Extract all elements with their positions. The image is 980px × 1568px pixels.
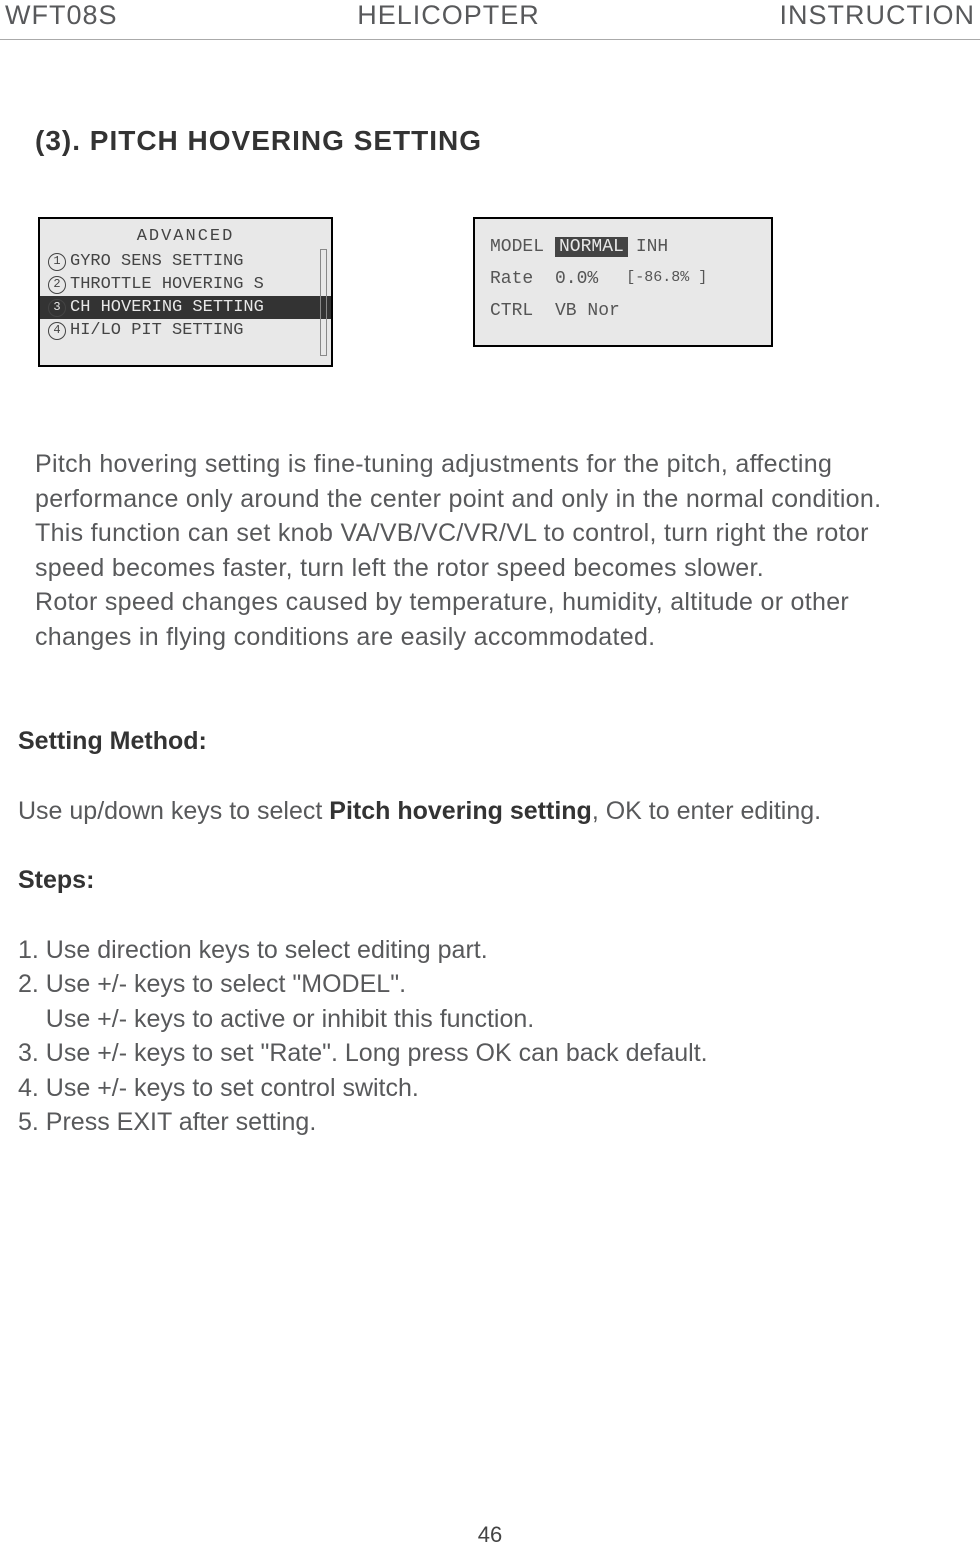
menu-title: ADVANCED xyxy=(40,227,331,246)
desc-p1: Pitch hovering setting is fine-tuning ad… xyxy=(35,447,945,516)
menu-num-2: 2 xyxy=(48,276,66,294)
step-1: 1. Use direction keys to select editing … xyxy=(18,933,980,968)
setting-method-intro: Use up/down keys to select Pitch hoverin… xyxy=(18,794,980,829)
menu-text-4: HI/LO PIT SETTING xyxy=(70,321,243,340)
ctrl-value: VB Nor xyxy=(555,301,620,321)
menu-row-3-selected: 3 CH HOVERING SETTING xyxy=(40,296,331,319)
model-label: MODEL xyxy=(490,237,555,257)
step-2a: 2. Use +/- keys to select "MODEL". xyxy=(18,967,980,1002)
detail-row-model: MODEL NORMAL INH xyxy=(490,237,756,257)
desc-p3: Rotor speed changes caused by temperatur… xyxy=(35,585,945,654)
setting-method-block: Setting Method: Use up/down keys to sele… xyxy=(18,724,980,1140)
detail-row-rate: Rate 0.0% [-86.8% ] xyxy=(490,269,756,289)
detail-row-ctrl: CTRL VB Nor xyxy=(490,301,756,321)
page-number: 46 xyxy=(0,1522,980,1548)
page-header: WFT08S HELICOPTER INSTRUCTION xyxy=(0,0,980,40)
description-block: Pitch hovering setting is fine-tuning ad… xyxy=(35,447,945,654)
lcd-screen-detail: MODEL NORMAL INH Rate 0.0% [-86.8% ] CTR… xyxy=(473,217,773,347)
rate-label: Rate xyxy=(490,269,555,289)
step-3: 3. Use +/- keys to set "Rate". Long pres… xyxy=(18,1036,980,1071)
ctrl-label: CTRL xyxy=(490,301,555,321)
model-value: NORMAL xyxy=(555,237,628,257)
menu-text-3: CH HOVERING SETTING xyxy=(70,298,264,317)
intro-post: , OK to enter editing. xyxy=(592,797,821,825)
header-center: HELICOPTER xyxy=(357,0,540,31)
menu-text-1: GYRO SENS SETTING xyxy=(70,252,243,271)
scrollbar-icon xyxy=(320,249,327,356)
model-inh: INH xyxy=(636,237,668,257)
header-right: INSTRUCTION xyxy=(780,0,976,31)
steps-title: Steps: xyxy=(18,863,980,898)
rate-bracket: [-86.8% ] xyxy=(626,269,707,289)
menu-num-1: 1 xyxy=(48,253,66,271)
menu-num-3: 3 xyxy=(48,299,66,317)
screenshots-row: ADVANCED 1 GYRO SENS SETTING 2 THROTTLE … xyxy=(0,217,980,367)
step-5: 5. Press EXIT after setting. xyxy=(18,1105,980,1140)
section-title: (3). PITCH HOVERING SETTING xyxy=(35,125,980,157)
intro-bold: Pitch hovering setting xyxy=(329,797,592,825)
menu-num-4: 4 xyxy=(48,322,66,340)
step-4: 4. Use +/- keys to set control switch. xyxy=(18,1071,980,1106)
header-left: WFT08S xyxy=(5,0,118,31)
step-2b: Use +/- keys to active or inhibit this f… xyxy=(18,1002,980,1037)
desc-p2: This function can set knob VA/VB/VC/VR/V… xyxy=(35,516,945,585)
menu-text-2: THROTTLE HOVERING S xyxy=(70,275,264,294)
steps-list: 1. Use direction keys to select editing … xyxy=(18,933,980,1140)
rate-value: 0.0% xyxy=(555,269,598,289)
menu-row-1: 1 GYRO SENS SETTING xyxy=(40,250,331,273)
menu-row-4: 4 HI/LO PIT SETTING xyxy=(40,319,331,342)
lcd-screen-menu: ADVANCED 1 GYRO SENS SETTING 2 THROTTLE … xyxy=(38,217,333,367)
menu-row-2: 2 THROTTLE HOVERING S xyxy=(40,273,331,296)
setting-method-title: Setting Method: xyxy=(18,724,980,759)
intro-pre: Use up/down keys to select xyxy=(18,797,329,825)
